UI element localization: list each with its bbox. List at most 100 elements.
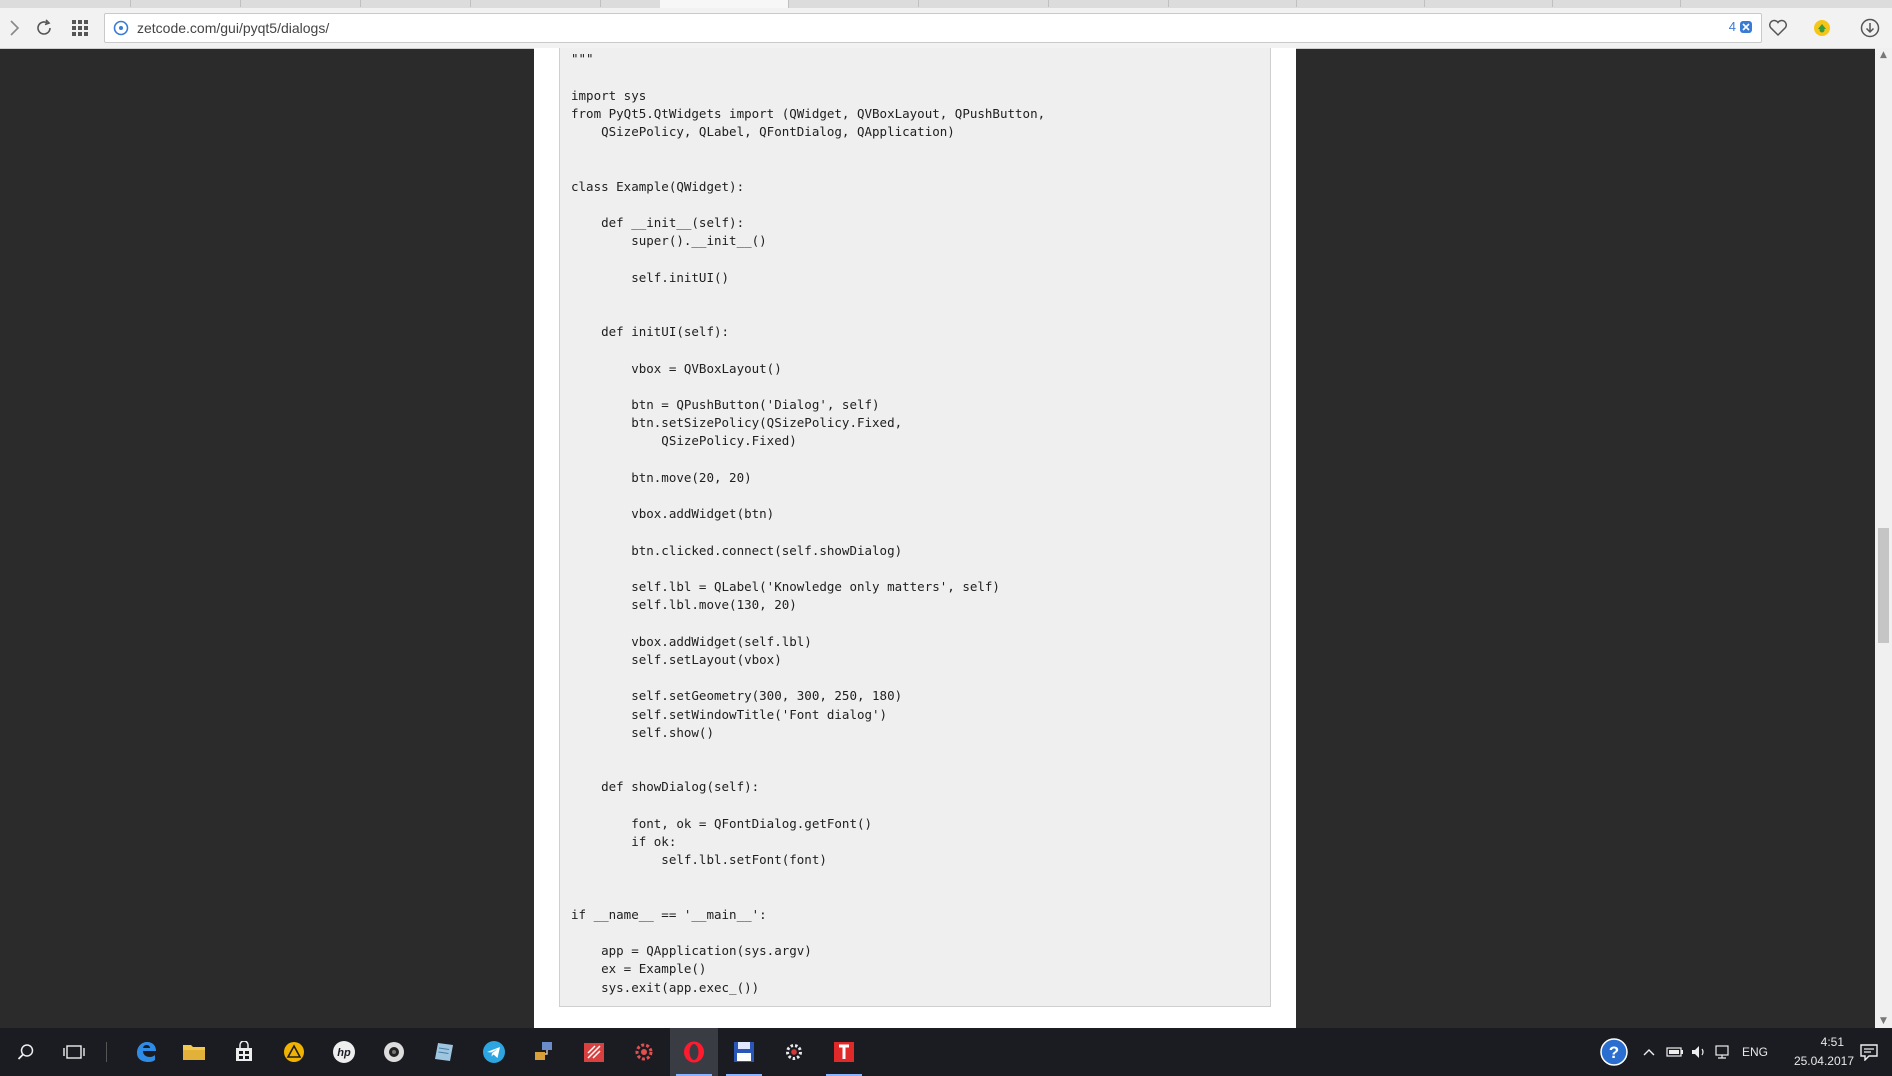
taskbar-app-settings-gear[interactable] bbox=[620, 1028, 668, 1076]
code-line: from PyQt5.QtWidgets import (QWidget, QV… bbox=[571, 105, 1046, 121]
taskbar-app-camera[interactable] bbox=[370, 1028, 418, 1076]
taskbar-app-save[interactable] bbox=[720, 1028, 768, 1076]
code-line: def initUI(self): bbox=[571, 324, 730, 340]
code-line: def showDialog(self): bbox=[571, 779, 760, 795]
notification-icon bbox=[1860, 1044, 1878, 1061]
reload-button[interactable] bbox=[32, 16, 56, 40]
extension-icon bbox=[1814, 20, 1830, 36]
scroll-thumb[interactable] bbox=[1878, 528, 1889, 643]
browser-tab[interactable] bbox=[130, 0, 241, 7]
grid-icon bbox=[72, 20, 88, 36]
taskbar-app-gear-red[interactable] bbox=[770, 1028, 818, 1076]
code-line: sys.exit(app.exec_()) bbox=[571, 979, 760, 995]
forward-button[interactable] bbox=[2, 16, 26, 40]
code-text: """ import sys from PyQt5.QtWidgets impo… bbox=[571, 48, 1045, 997]
books-icon bbox=[584, 1043, 604, 1062]
vertical-scrollbar[interactable]: ▲ ▼ bbox=[1875, 48, 1892, 1028]
browser-tab[interactable] bbox=[1552, 0, 1681, 7]
camera-icon bbox=[384, 1042, 404, 1062]
code-line: QSizePolicy.Fixed) bbox=[571, 433, 797, 449]
help-button[interactable]: ? bbox=[1590, 1028, 1638, 1076]
chevron-right-icon bbox=[10, 20, 20, 36]
browser-tab[interactable] bbox=[240, 0, 361, 7]
browser-tab[interactable] bbox=[360, 0, 471, 7]
taskbar-app-explorer[interactable] bbox=[170, 1028, 218, 1076]
browser-tab[interactable] bbox=[1296, 0, 1425, 7]
scroll-up-arrow[interactable]: ▲ bbox=[1875, 48, 1892, 62]
page-content: """ import sys from PyQt5.QtWidgets impo… bbox=[534, 48, 1296, 1028]
cog-icon bbox=[786, 1044, 802, 1060]
browser-tab[interactable] bbox=[1048, 0, 1169, 7]
taskbar-app-notes[interactable] bbox=[420, 1028, 468, 1076]
taskbar-app-t[interactable] bbox=[820, 1028, 868, 1076]
taskbar-divider bbox=[106, 1042, 107, 1062]
t-app-icon bbox=[834, 1042, 854, 1062]
taskbar-app-edge[interactable] bbox=[122, 1028, 170, 1076]
warning-icon bbox=[284, 1042, 304, 1062]
browser-tab-active[interactable] bbox=[660, 0, 789, 8]
tray-volume[interactable] bbox=[1686, 1028, 1712, 1076]
taskbar-app-opera[interactable] bbox=[670, 1028, 718, 1076]
code-line: vbox = QVBoxLayout() bbox=[571, 360, 782, 376]
browser-tab[interactable] bbox=[788, 0, 919, 7]
store-icon bbox=[236, 1041, 252, 1061]
taskbar-app-books[interactable] bbox=[570, 1028, 618, 1076]
browser-tab[interactable] bbox=[918, 0, 1049, 7]
code-line: font, ok = QFontDialog.getFont() bbox=[571, 815, 873, 831]
taskbar-app-store[interactable] bbox=[220, 1028, 268, 1076]
speaker-icon bbox=[1692, 1046, 1704, 1058]
search-icon bbox=[17, 1044, 34, 1060]
code-line: ex = Example() bbox=[571, 961, 707, 977]
code-line: app = QApplication(sys.argv) bbox=[571, 943, 812, 959]
browser-tab[interactable] bbox=[470, 0, 601, 7]
browser-tab[interactable] bbox=[1168, 0, 1297, 7]
clock-time: 4:51 bbox=[1820, 1035, 1844, 1049]
code-line: self.lbl.setFont(font) bbox=[571, 852, 827, 868]
notes-icon bbox=[435, 1043, 453, 1061]
scroll-down-arrow[interactable]: ▼ bbox=[1875, 1014, 1892, 1028]
code-line: self.show() bbox=[571, 724, 714, 740]
reload-icon bbox=[37, 19, 51, 35]
task-view-button[interactable] bbox=[50, 1028, 98, 1076]
favorite-button[interactable] bbox=[1766, 16, 1790, 40]
svg-text:hp: hp bbox=[337, 1047, 351, 1059]
taskbar-app-telegram[interactable] bbox=[470, 1028, 518, 1076]
edge-icon bbox=[137, 1042, 156, 1062]
taskbar-app-network[interactable] bbox=[520, 1028, 568, 1076]
code-line: self.setWindowTitle('Font dialog') bbox=[571, 706, 888, 722]
task-view-icon bbox=[63, 1045, 85, 1059]
download-icon bbox=[1860, 18, 1880, 38]
search-button[interactable] bbox=[2, 1028, 50, 1076]
folder-icon bbox=[183, 1045, 205, 1060]
heart-icon bbox=[1769, 19, 1787, 37]
downloads-button[interactable] bbox=[1858, 16, 1882, 40]
code-line: self.setGeometry(300, 300, 250, 180) bbox=[571, 688, 903, 704]
clock[interactable]: 4:51 25.04.2017 bbox=[1780, 1033, 1854, 1073]
hp-icon: hp bbox=[333, 1041, 355, 1063]
tray-overflow-button[interactable] bbox=[1634, 1028, 1664, 1076]
taskbar-app-warning[interactable] bbox=[270, 1028, 318, 1076]
language-indicator[interactable]: ENG bbox=[1742, 1045, 1768, 1059]
code-listing: """ import sys from PyQt5.QtWidgets impo… bbox=[559, 48, 1271, 1007]
extension-button[interactable] bbox=[1810, 16, 1834, 40]
address-bar[interactable]: zetcode.com/gui/pyqt5/dialogs/ 4 bbox=[104, 13, 1762, 43]
help-icon: ? bbox=[1600, 1038, 1628, 1066]
tray-network[interactable] bbox=[1710, 1028, 1736, 1076]
notification-badge[interactable]: 4 bbox=[1729, 19, 1753, 34]
code-line: self.lbl = QLabel('Knowledge only matter… bbox=[571, 579, 1000, 595]
code-line: if __name__ == '__main__': bbox=[571, 906, 767, 922]
code-line: btn.setSizePolicy(QSizePolicy.Fixed, bbox=[571, 415, 903, 431]
code-line: btn.clicked.connect(self.showDialog) bbox=[571, 542, 903, 558]
tray-battery[interactable] bbox=[1662, 1028, 1688, 1076]
action-center-button[interactable] bbox=[1846, 1028, 1892, 1076]
speed-dial-button[interactable] bbox=[68, 16, 92, 40]
code-line: """ bbox=[571, 51, 594, 67]
network-icon bbox=[535, 1042, 552, 1060]
chevron-up-icon bbox=[1643, 1049, 1655, 1056]
taskbar-app-hp[interactable]: hp bbox=[320, 1028, 368, 1076]
browser-tab[interactable] bbox=[0, 0, 131, 7]
site-info-icon[interactable] bbox=[113, 20, 129, 36]
shield-icon bbox=[1740, 20, 1752, 33]
code-line: self.lbl.move(130, 20) bbox=[571, 597, 797, 613]
browser-tab[interactable] bbox=[1424, 0, 1553, 7]
